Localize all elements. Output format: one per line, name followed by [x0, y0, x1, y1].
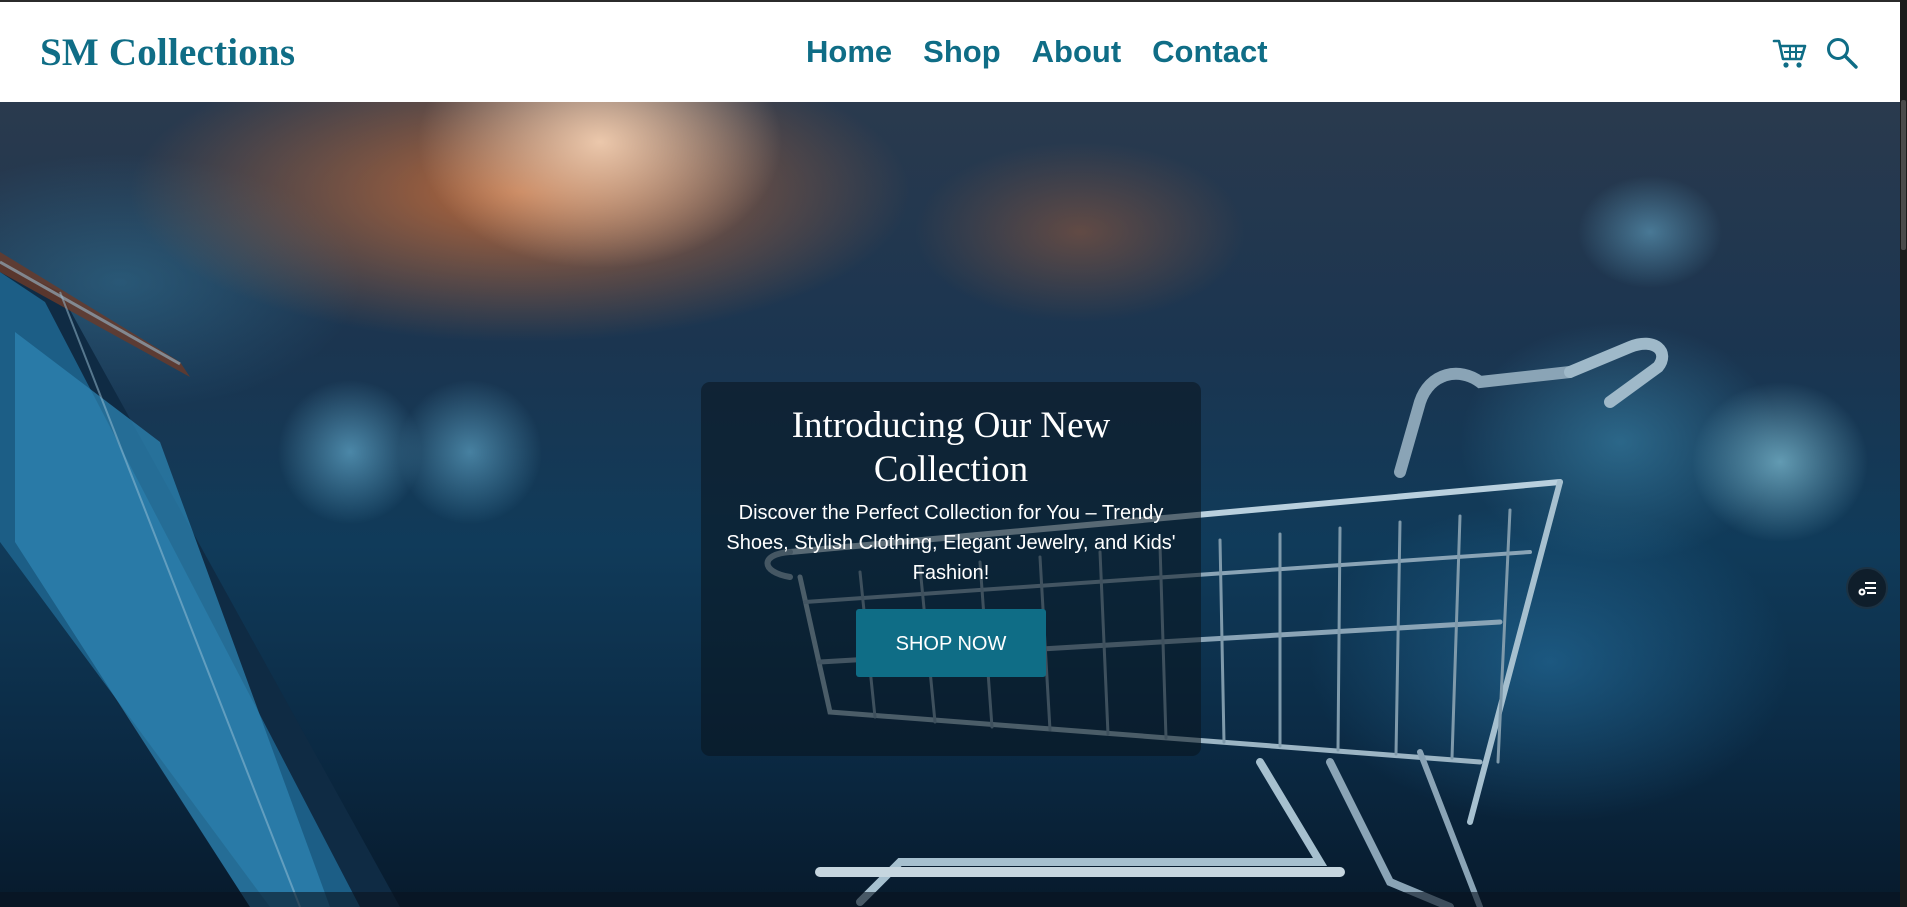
hero-title: Introducing Our New Collection	[791, 405, 1111, 490]
brand-logo[interactable]: SM Collections	[40, 30, 295, 75]
header-actions	[1772, 35, 1860, 71]
page: SM Collections Home Shop About Contact I…	[0, 0, 1907, 907]
floating-widget-button[interactable]	[1846, 567, 1888, 609]
nav-contact-link[interactable]: Contact	[1152, 34, 1267, 70]
search-icon[interactable]	[1824, 35, 1860, 71]
site-header: SM Collections Home Shop About Contact	[0, 0, 1900, 102]
scrollbar-thumb[interactable]	[1901, 100, 1906, 250]
shop-now-button[interactable]: SHOP NOW	[856, 609, 1046, 677]
hero-banner: Introducing Our New Collection Discover …	[0, 102, 1900, 907]
main-nav: Home Shop About Contact	[806, 34, 1268, 70]
nav-about-link[interactable]: About	[1032, 34, 1122, 70]
laptop-illustration	[0, 252, 400, 907]
hero-card: Introducing Our New Collection Discover …	[701, 382, 1201, 756]
nav-home-link[interactable]: Home	[806, 34, 892, 70]
nav-shop-link[interactable]: Shop	[923, 34, 1001, 70]
cart-icon[interactable]	[1772, 35, 1808, 71]
hero-subtitle: Discover the Perfect Collection for You …	[726, 502, 1176, 584]
toggle-list-icon	[1858, 582, 1876, 596]
